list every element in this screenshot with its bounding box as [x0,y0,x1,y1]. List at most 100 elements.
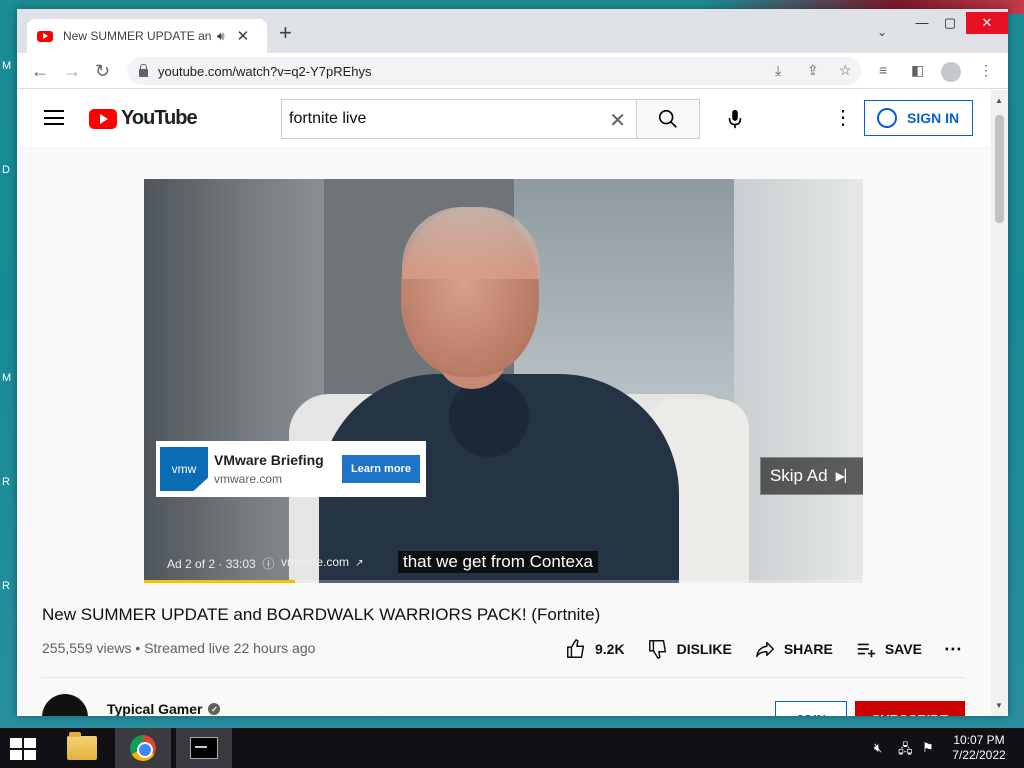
action-center-icon[interactable]: ⚑ [922,740,934,756]
page-scrollbar[interactable]: ▲ ▼ [991,90,1008,716]
share-button[interactable]: SHARE [754,638,833,660]
vmware-logo: vmw [160,447,208,491]
channel-avatar[interactable] [42,694,88,716]
search-input[interactable] [289,110,589,128]
browser-menu-icon[interactable]: ⋮ [979,62,993,79]
playlist-add-icon [857,643,875,658]
browser-window: New SUMMER UPDATE and BOARDWALK WARRIORS… [17,9,1008,716]
ad-title: VMware Briefing [214,452,324,468]
media-control-icon[interactable]: ≡ [879,62,887,78]
sign-in-button[interactable]: SIGN IN [864,100,973,136]
bookmark-star-icon[interactable]: ☆ [839,62,852,79]
info-icon[interactable]: ⓘ [259,557,274,571]
windows-logo-icon [24,750,36,760]
windows-logo-icon [10,738,22,748]
ad-counter-text: Ad 2 of 2 · 33:03 [167,557,256,571]
divider [42,677,965,678]
save-button[interactable]: SAVE [855,638,922,660]
verified-badge-icon: ✓ [208,703,221,715]
tab-title: New SUMMER UPDATE and BOARDWALK WARRIORS… [63,29,211,43]
share-label: SHARE [783,641,833,657]
speaker-icon[interactable]: 🔊︎ [217,29,225,44]
stream-date: Streamed live 22 hours ago [144,640,316,656]
desktop-icon-label: M [2,372,12,384]
channel-name: Typical Gamer [107,701,203,716]
ad-progress-bar[interactable] [144,580,863,583]
view-count: 255,559 views [42,640,132,656]
clock-time: 10:07 PM [953,733,1005,747]
like-button[interactable]: 9.2K [565,638,625,660]
subscribe-button[interactable]: SUBSCRIBE [855,701,965,716]
skip-ad-button[interactable]: Skip Ad ▶▏ [760,457,863,495]
windows-taskbar: 🔇︎ 🖧︎ ⚑ 10:07 PM 7/22/2022 [0,728,1024,768]
reload-button[interactable]: ↻ [95,59,110,83]
profile-avatar[interactable] [941,62,961,82]
youtube-wordmark: YouTube [121,107,198,129]
network-icon[interactable]: 🖧︎ [898,740,913,762]
back-button[interactable]: ← [31,59,49,83]
command-prompt-taskbar-button[interactable] [176,728,232,768]
ad-domain: vmware.com [214,472,283,486]
guide-menu-icon[interactable] [44,110,64,125]
youtube-play-icon [89,108,117,129]
desktop-icon-label: M [2,60,12,72]
clear-search-icon[interactable]: ✕ [609,108,626,133]
microphone-icon [728,109,742,129]
video-player[interactable]: vmw VMware Briefing vmware.com Learn mor… [144,179,863,583]
learn-more-button[interactable]: Learn more [342,455,420,483]
scroll-up-icon[interactable]: ▲ [995,96,1003,105]
ad-domain-link[interactable]: vmware.com ↗ [281,555,364,569]
minimize-button[interactable]: — [907,12,937,34]
tab-search-chevron-icon[interactable]: ⌄ [877,25,887,39]
voice-search-button[interactable] [719,103,751,135]
settings-kebab-icon[interactable]: ⋮ [833,108,853,128]
scroll-down-icon[interactable]: ▼ [995,701,1003,710]
sign-in-label: SIGN IN [907,110,960,126]
youtube-logo[interactable]: YouTube [89,107,198,130]
volume-muted-icon[interactable]: 🔇︎ [874,740,882,756]
youtube-page: YouTube ✕ ⋮ SIGN IN [17,90,991,716]
share-page-icon[interactable]: ⇪ [807,62,819,79]
file-explorer-button[interactable] [54,728,110,768]
clock-date: 7/22/2022 [952,748,1006,762]
system-clock[interactable]: 10:07 PM 7/22/2022 [944,733,1014,763]
save-label: SAVE [884,641,922,657]
video-caption: that we get from Contexa [398,551,598,573]
browser-toolbar: ← → ↻ youtube.com/watch?v=q2-Y7pREhys ⤓ … [17,53,1008,89]
youtube-header: YouTube ✕ ⋮ SIGN IN [17,90,991,146]
desktop-icon-label: R [2,580,10,592]
forward-button[interactable]: → [63,59,81,83]
ad-overlay-card[interactable]: vmw VMware Briefing vmware.com Learn mor… [156,441,426,497]
meta-separator: • [135,640,145,656]
search-icon [658,109,677,128]
video-meta: 255,559 views • Streamed live 22 hours a… [42,640,315,656]
side-panel-icon[interactable]: ◧ [911,62,924,79]
maximize-button[interactable]: ▢ [935,12,965,34]
install-icon[interactable]: ⤓ [775,62,781,79]
video-actions: 9.2K DISLIKE SHARE SAVE ⋯ [565,638,984,660]
channel-name-link[interactable]: Typical Gamer ✓ [107,701,221,716]
chrome-taskbar-button[interactable] [115,728,171,768]
tab-strip: New SUMMER UPDATE and BOARDWALK WARRIORS… [17,9,1008,53]
skip-next-icon: ▶▏ [835,469,855,483]
address-bar[interactable]: youtube.com/watch?v=q2-Y7pREhys ⤓ ⇪ ☆ [127,57,861,85]
skip-ad-label: Skip Ad [769,466,828,485]
windows-logo-icon [24,738,36,748]
dislike-label: DISLIKE [676,641,732,657]
command-prompt-icon [190,737,218,759]
thumbs-up-icon [567,639,585,658]
search-button[interactable] [636,99,700,139]
url-text: youtube.com/watch?v=q2-Y7pREhys [158,63,372,79]
scrollbar-thumb[interactable] [995,115,1004,223]
ad-progress-fill [144,580,295,583]
browser-tab[interactable]: New SUMMER UPDATE and BOARDWALK WARRIORS… [27,19,267,53]
ad-domain-link-text: vmware.com [281,555,350,569]
close-window-button[interactable]: ✕ [966,12,1008,34]
thumbs-down-icon [648,640,666,659]
start-button[interactable] [10,738,37,760]
dislike-button[interactable]: DISLIKE [647,638,732,660]
new-tab-button[interactable]: + [279,22,292,44]
close-tab-icon[interactable]: ✕ [237,27,250,45]
more-actions-icon[interactable]: ⋯ [944,639,962,660]
join-button[interactable]: JOIN [775,701,847,716]
